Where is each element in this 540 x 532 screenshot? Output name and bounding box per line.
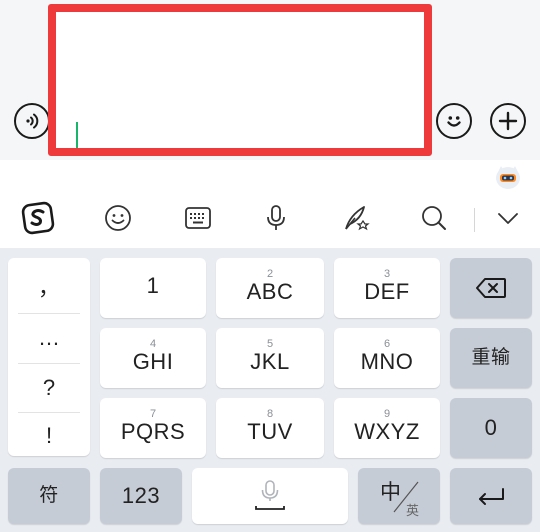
key-number: 3 xyxy=(383,267,391,280)
smile-outline-icon xyxy=(105,205,131,231)
slash-divider xyxy=(393,481,419,513)
key-def[interactable]: 3 DEF xyxy=(334,258,440,318)
punct-question-key[interactable]: ? xyxy=(18,364,80,412)
ime-toolbar xyxy=(0,160,540,248)
key-wxyz[interactable]: 9 WXYZ xyxy=(334,398,440,458)
emoji-button[interactable] xyxy=(436,103,472,139)
smiley-icon xyxy=(447,116,461,127)
key-mno[interactable]: 6 MNO xyxy=(334,328,440,388)
key-number: 7 xyxy=(149,407,157,420)
punct-ellipsis-key[interactable]: … xyxy=(18,314,80,362)
space-mic-icon xyxy=(255,480,285,510)
key-label: MNO xyxy=(360,348,414,374)
key-1[interactable]: 1 xyxy=(100,258,206,318)
key-label: JKL xyxy=(250,348,290,374)
enter-key[interactable] xyxy=(450,468,532,524)
backspace-key[interactable] xyxy=(450,258,532,318)
zero-key[interactable]: 0 xyxy=(450,398,532,458)
key-number: 8 xyxy=(266,407,274,420)
key-jkl[interactable]: 5 JKL xyxy=(216,328,324,388)
key-label: 重输 xyxy=(471,347,511,368)
plus-icon xyxy=(498,111,518,131)
punct-exclaim-key[interactable]: ! xyxy=(18,412,80,460)
keyboard-icon xyxy=(185,207,211,229)
search-button[interactable] xyxy=(416,200,452,236)
voice-typing-button[interactable] xyxy=(258,200,294,236)
key-label: 1 xyxy=(146,273,160,298)
key-label: 符 xyxy=(39,485,59,506)
search-icon xyxy=(422,206,446,230)
key-number: 6 xyxy=(383,337,391,350)
key-label: ABC xyxy=(246,278,294,304)
sogou-logo-button[interactable] xyxy=(20,200,56,236)
key-tuv[interactable]: 8 TUV xyxy=(216,398,324,458)
key-number: 2 xyxy=(266,267,274,280)
emoji-panel-button[interactable] xyxy=(100,200,136,236)
punctuation-column[interactable]: ， … ? ! xyxy=(8,258,90,456)
quill-icon xyxy=(345,206,370,231)
chevron-down-icon xyxy=(498,213,518,224)
key-pqrs[interactable]: 7 PQRS xyxy=(100,398,206,458)
backspace-icon xyxy=(476,278,506,298)
microphone-icon xyxy=(267,205,285,230)
space-key[interactable] xyxy=(192,468,348,524)
key-number: 5 xyxy=(266,337,274,350)
key-label: DEF xyxy=(364,278,410,304)
punct-comma-key[interactable]: ， xyxy=(18,262,80,310)
key-label: PQRS xyxy=(120,418,186,444)
symbol-key[interactable]: 符 xyxy=(8,468,90,524)
key-label: 123 xyxy=(121,483,161,508)
key-abc[interactable]: 2 ABC xyxy=(216,258,324,318)
key-label: WXYZ xyxy=(354,418,420,444)
voice-icon xyxy=(26,113,39,129)
enter-arrow-icon xyxy=(479,488,504,505)
key-label: 0 xyxy=(484,415,498,440)
more-actions-button[interactable] xyxy=(490,103,526,139)
key-label: TUV xyxy=(247,418,293,444)
nine-key-keyboard: ， … ? ! 1 2 ABC 3 DEF 4 GHI 5 JKL 6 MNO xyxy=(0,248,540,532)
sogou-logo-icon xyxy=(21,201,55,235)
lang-alt-label: 英 xyxy=(406,503,420,518)
message-text-input[interactable] xyxy=(48,4,432,156)
key-number: 4 xyxy=(149,337,157,350)
keyboard-layout-button[interactable] xyxy=(180,200,216,236)
toolbar-divider xyxy=(474,208,475,232)
collapse-keyboard-button[interactable] xyxy=(490,200,526,236)
key-number: 9 xyxy=(383,407,391,420)
voice-input-button[interactable] xyxy=(14,103,50,139)
key-ghi[interactable]: 4 GHI xyxy=(100,328,206,388)
text-caret xyxy=(76,122,78,148)
numeric-key[interactable]: 123 xyxy=(100,468,182,524)
key-label: GHI xyxy=(132,348,174,374)
chat-input-bar xyxy=(0,0,540,160)
handwriting-button[interactable] xyxy=(338,200,374,236)
retype-key[interactable]: 重输 xyxy=(450,328,532,388)
mascot-icon[interactable] xyxy=(494,164,522,190)
language-toggle-key[interactable]: 中 英 xyxy=(358,468,440,524)
